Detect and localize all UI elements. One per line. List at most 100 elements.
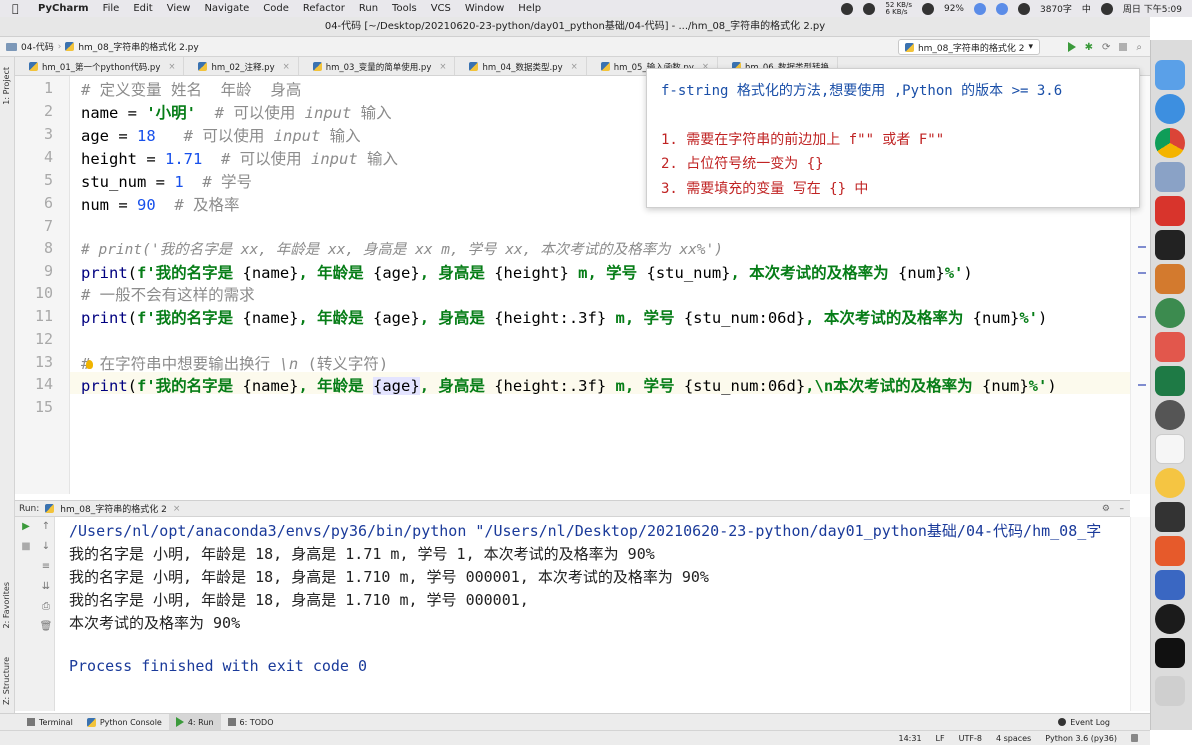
close-icon[interactable]: ×: [283, 62, 290, 72]
scroll-marker[interactable]: [1138, 316, 1146, 318]
tool-window-bar: Terminal Python Console 4: Run 6: TODO E…: [0, 713, 1150, 731]
search-icon[interactable]: ⌕: [1136, 42, 1142, 53]
scroll-end-icon[interactable]: ⇊: [39, 581, 53, 592]
status-app-icon-3[interactable]: [921, 2, 934, 15]
terminal-app-icon[interactable]: [1155, 230, 1185, 260]
python-file-icon: [904, 42, 914, 52]
rerun-icon[interactable]: ▶: [19, 521, 33, 532]
favorites-tool-button[interactable]: 2: Favorites: [2, 582, 11, 628]
file-encoding[interactable]: UTF-8: [959, 734, 982, 743]
control-icon[interactable]: [1018, 2, 1030, 15]
pause-icon[interactable]: [996, 2, 1008, 15]
menu-help[interactable]: Help: [518, 3, 541, 14]
typora-icon[interactable]: [1155, 434, 1185, 464]
screen-icon[interactable]: [1155, 162, 1185, 192]
sublime-icon[interactable]: [1155, 264, 1185, 294]
run-icon[interactable]: [1067, 42, 1076, 52]
menu-code[interactable]: Code: [263, 3, 289, 14]
stop-icon[interactable]: ■: [19, 541, 33, 552]
tab-hm03[interactable]: hm_03_变量的简单使用.py ×: [299, 57, 456, 75]
python-console-tab[interactable]: Python Console: [80, 714, 169, 731]
token: {stu_num:06d}: [683, 377, 806, 395]
close-icon[interactable]: ×: [439, 62, 446, 72]
xmind-icon[interactable]: [1155, 332, 1185, 362]
down-arrow-icon[interactable]: ↓: [39, 541, 53, 552]
menu-window[interactable]: Window: [465, 3, 504, 14]
chrome-icon[interactable]: [1155, 128, 1185, 158]
finder-icon[interactable]: [1155, 60, 1185, 90]
obs-icon[interactable]: [1155, 604, 1185, 634]
run-label: 4: Run: [187, 717, 214, 727]
menu-edit[interactable]: Edit: [133, 3, 152, 14]
menu-navigate[interactable]: Navigate: [204, 3, 249, 14]
project-tool-button[interactable]: 1: Project: [2, 67, 11, 105]
menu-run[interactable]: Run: [359, 3, 378, 14]
search-icon[interactable]: [1100, 2, 1113, 15]
app-store-icon[interactable]: [1155, 570, 1185, 600]
console-scrollbar[interactable]: [1130, 517, 1150, 711]
scroll-marker[interactable]: [1138, 246, 1146, 248]
trash-icon[interactable]: 🗑: [39, 621, 53, 632]
scroll-marker[interactable]: [1138, 272, 1146, 274]
print-icon[interactable]: ⎙: [39, 601, 53, 612]
indent-setting[interactable]: 4 spaces: [996, 734, 1031, 743]
lightbulb-app-icon[interactable]: [1155, 468, 1185, 498]
pycharm-icon[interactable]: [1155, 638, 1185, 668]
coverage-icon[interactable]: ⟳: [1102, 42, 1110, 53]
wifi-icon[interactable]: [974, 2, 986, 15]
event-log-button[interactable]: Event Log: [1058, 718, 1110, 727]
breadcrumb-project[interactable]: 04-代码: [21, 40, 54, 53]
close-icon[interactable]: ×: [168, 62, 175, 72]
run-tab-button[interactable]: 4: Run: [168, 713, 221, 731]
token: 输入: [351, 104, 392, 122]
excel-icon[interactable]: [1155, 366, 1185, 396]
close-icon[interactable]: ×: [173, 504, 181, 514]
trash-icon[interactable]: [1155, 676, 1185, 706]
token: 输入: [357, 150, 399, 168]
menu-file[interactable]: File: [103, 3, 120, 14]
line-number: 2: [43, 102, 53, 120]
rocket-icon[interactable]: [1155, 536, 1185, 566]
input-method[interactable]: 中: [1082, 2, 1091, 15]
scroll-marker[interactable]: [1138, 384, 1146, 386]
clock-icon[interactable]: [1155, 400, 1185, 430]
youdao-icon[interactable]: [1155, 196, 1185, 226]
up-arrow-icon[interactable]: ↑: [39, 521, 53, 532]
run-console[interactable]: /Users/nl/opt/anaconda3/envs/py36/bin/py…: [55, 517, 1130, 711]
todo-tab[interactable]: 6: TODO: [221, 714, 281, 731]
console-line: Process finished with exit code 0: [69, 657, 368, 675]
menu-refactor[interactable]: Refactor: [303, 3, 345, 14]
tab-hm02[interactable]: hm_02_注释.py ×: [184, 57, 299, 75]
line-separator[interactable]: LF: [936, 734, 945, 743]
breadcrumb-file[interactable]: hm_08_字符串的格式化 2.py: [78, 40, 198, 53]
run-tab[interactable]: hm_08_字符串的格式化 2: [60, 502, 167, 515]
safari-icon[interactable]: [1155, 94, 1185, 124]
status-app-icon-2[interactable]: [863, 2, 876, 15]
menu-app-name[interactable]: PyCharm: [38, 3, 89, 14]
atom-icon[interactable]: [1155, 298, 1185, 328]
tab-hm01[interactable]: hm_01_第一个python代码.py ×: [15, 57, 185, 75]
gear-icon[interactable]: ⚙: [1102, 504, 1110, 514]
run-config-select[interactable]: hm_08_字符串的格式化 2 ▾: [897, 39, 1040, 55]
caret-position[interactable]: 14:31: [898, 734, 921, 743]
debug-icon[interactable]: ✱: [1085, 42, 1093, 53]
close-icon[interactable]: ×: [571, 62, 578, 72]
interpreter[interactable]: Python 3.6 (py36): [1045, 734, 1117, 743]
terminal-tab[interactable]: Terminal: [20, 714, 80, 731]
tab-hm04[interactable]: hm_04_数据类型.py ×: [455, 57, 587, 75]
soft-wrap-icon[interactable]: ≡: [39, 561, 53, 572]
vpn-icon[interactable]: [1155, 502, 1185, 532]
token: =: [109, 196, 137, 214]
clock[interactable]: 周日 下午5:09: [1123, 2, 1182, 15]
menu-tools[interactable]: Tools: [392, 3, 417, 14]
lightbulb-icon[interactable]: [86, 360, 93, 369]
lock-icon[interactable]: [1131, 734, 1138, 742]
menu-view[interactable]: View: [167, 3, 191, 14]
menu-vcs[interactable]: VCS: [431, 3, 451, 14]
status-app-icon[interactable]: [841, 2, 854, 15]
token: {age}: [373, 309, 420, 327]
stop-icon[interactable]: [1119, 43, 1128, 51]
minimize-icon[interactable]: –: [1120, 504, 1125, 514]
apple-menu-icon[interactable]: : [12, 2, 26, 15]
structure-tool-button[interactable]: Z: Structure: [2, 657, 11, 705]
